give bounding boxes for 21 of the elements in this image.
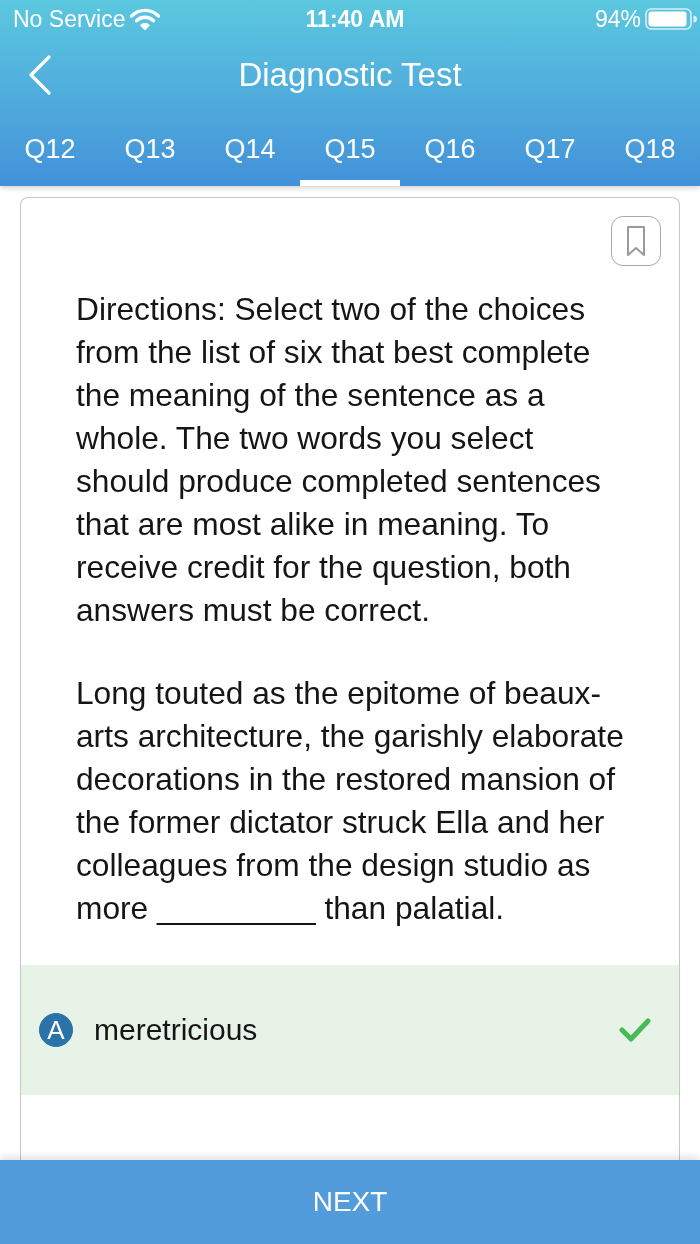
battery-icon bbox=[645, 8, 697, 30]
option-text: meretricious bbox=[94, 1013, 259, 1047]
question-paragraph: Long touted as the epitome of beaux-arts architecture, the garishly elaborate decorations in the restored mansion of the former dictator struck Ella and her colleagues from the design studio as more _________ than palatial. bbox=[76, 674, 625, 928]
status-time: 11:40 AM bbox=[305, 5, 405, 33]
bookmark-button[interactable] bbox=[611, 216, 661, 266]
question-tab[interactable]: Q12 bbox=[0, 112, 100, 186]
question-paragraph: Directions: Select two of the choices from the list of six that best complete the meaning of the sentence as a whole. The two words you select should produce completed sentences that are most alike in meaning. To receive credit for the question, both answers must be correct. bbox=[76, 290, 602, 630]
wifi-icon bbox=[130, 8, 161, 30]
question-tab[interactable]: Q14 bbox=[200, 112, 300, 186]
question-tab[interactable]: Q13 bbox=[100, 112, 200, 186]
option-letter: A bbox=[39, 1013, 73, 1047]
answer-option[interactable]: A meretricious bbox=[21, 965, 679, 1095]
question-tab[interactable]: Q17 bbox=[500, 112, 600, 186]
question-tab[interactable]: Q18 bbox=[600, 112, 700, 186]
back-chevron-icon bbox=[28, 55, 52, 95]
question-tab[interactable]: Q15 bbox=[300, 112, 400, 186]
carrier-text: No Service bbox=[13, 5, 126, 33]
page-title: Diagnostic Test bbox=[238, 56, 462, 94]
next-button[interactable]: NEXT bbox=[0, 1160, 700, 1244]
battery-percent: 94% bbox=[594, 5, 641, 33]
question-tab[interactable]: Q16 bbox=[400, 112, 500, 186]
